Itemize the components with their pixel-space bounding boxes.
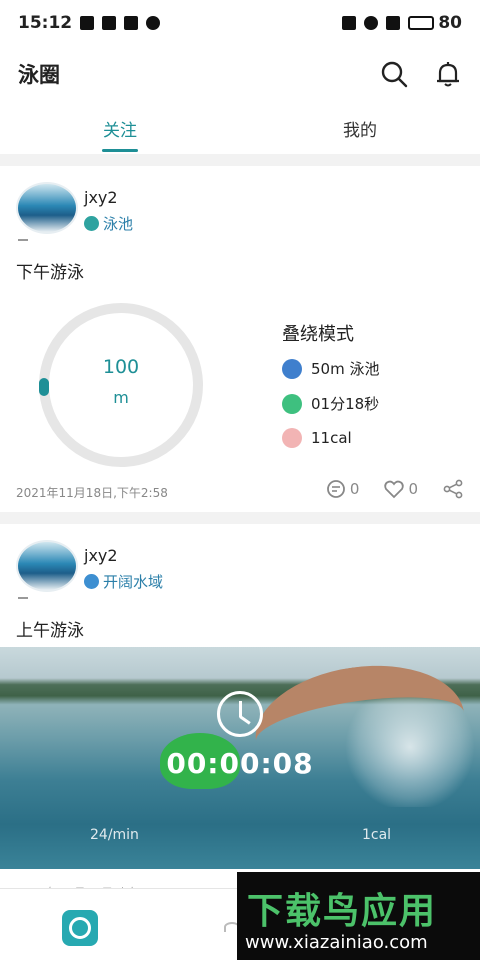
battery-indicator: 80 (408, 13, 462, 33)
status-time: 15:12 (18, 13, 73, 33)
watermark-title: 下载鸟应用 (247, 891, 438, 932)
post-user[interactable]: jxy2 开阔水域 (16, 540, 163, 592)
vibrate-icon (342, 16, 357, 30)
like-count: 0 (408, 480, 418, 498)
tag-label: 开阔水域 (103, 573, 164, 591)
username: jxy2 (84, 188, 118, 207)
calories: 1cal (362, 827, 392, 843)
like-button[interactable]: 0 (383, 478, 418, 500)
swim-mode: 叠绕模式 (282, 324, 354, 345)
username: jxy2 (84, 546, 118, 565)
post-card[interactable]: jxy2 开阔水域 上午游泳 00:00:08 24/min 1cal 2021… (0, 524, 480, 900)
clock-icon (282, 393, 302, 414)
stroke-rate: 24/min (90, 827, 139, 843)
pool-icon (282, 358, 302, 379)
distance-value: 100 (102, 356, 140, 378)
watermark-url: www.xiazainiao.com (245, 932, 428, 953)
stat-duration: 01分18秒 (282, 393, 379, 414)
location-tag: 开阔水域 (84, 571, 163, 592)
post-actions: 0 0 (325, 478, 464, 500)
post-user[interactable]: jxy2 泳池 (16, 182, 133, 234)
stat-text: 11cal (311, 429, 352, 447)
divider (18, 239, 28, 241)
comment-icon (327, 480, 345, 498)
usb-icon (146, 16, 161, 30)
battery-level: 80 (438, 13, 462, 33)
nav-home-icon[interactable] (62, 910, 98, 946)
pool-icon (84, 216, 99, 231)
post-title: 下午游泳 (16, 263, 84, 283)
heart-icon (384, 480, 405, 499)
upload-icon (102, 16, 117, 30)
stat-text: 01分18秒 (311, 395, 380, 413)
page-title: 泳圈 (18, 63, 60, 87)
status-bar: 15:12 80 (0, 0, 480, 46)
water-drop-icon (84, 574, 99, 589)
comment-button[interactable]: 0 (325, 478, 360, 500)
avatar[interactable] (16, 540, 78, 592)
share-icon (443, 479, 463, 499)
divider (18, 597, 28, 599)
avatar[interactable] (16, 182, 78, 234)
comment-count: 0 (349, 480, 360, 498)
tag-label: 泳池 (103, 215, 134, 233)
distance-ring (39, 303, 203, 467)
location-tag: 泳池 (84, 213, 133, 234)
distance-unit: m (113, 388, 129, 407)
feed-tabs: 关注 我的 (0, 102, 480, 154)
battery-icon (408, 16, 435, 30)
sim-icon (386, 16, 401, 30)
post-card[interactable]: jxy2 泳池 下午游泳 100 m 叠绕模式 50m 泳池 01分18秒 11… (0, 166, 480, 512)
post-title: 上午游泳 (16, 621, 84, 641)
bell-icon[interactable] (434, 60, 462, 88)
post-date: 2021年11月18日,下午2:58 (16, 486, 168, 500)
stat-pool-length: 50m 泳池 (282, 358, 379, 379)
tab-mine[interactable]: 我的 (240, 102, 480, 154)
timer-value: 00:00:08 (166, 747, 314, 780)
app-bar: 泳圈 (0, 46, 480, 102)
watermark-logo: 下载鸟应用 www.xiazainiao.com (237, 872, 480, 960)
swim-photo[interactable]: 00:00:08 24/min 1cal (0, 647, 480, 869)
play-icon (80, 16, 95, 30)
tab-following[interactable]: 关注 (0, 102, 240, 154)
flame-icon (282, 428, 302, 448)
search-icon[interactable] (380, 60, 408, 88)
wifi-icon (364, 16, 379, 30)
stat-text: 50m 泳池 (311, 360, 380, 378)
share-button[interactable] (442, 478, 464, 500)
android-icon (124, 16, 139, 30)
stat-calories: 11cal (282, 428, 352, 448)
timer-icon (217, 691, 263, 737)
